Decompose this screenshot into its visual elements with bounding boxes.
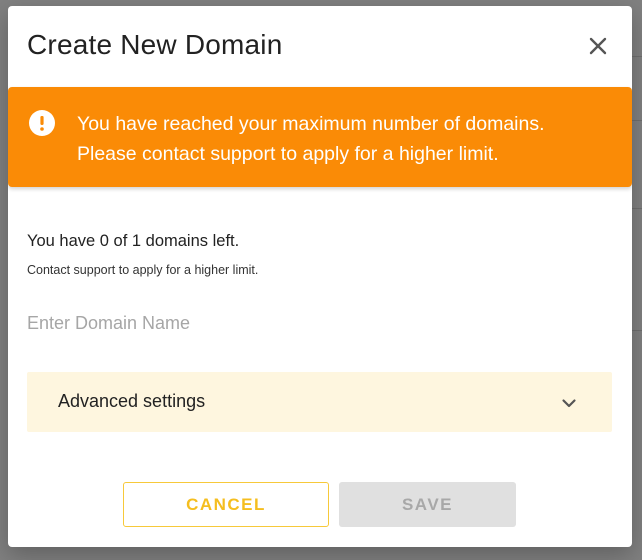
chevron-down-icon: [562, 399, 576, 408]
alert-line-2: Please contact support to apply for a hi…: [77, 143, 499, 165]
save-button[interactable]: SAVE: [339, 482, 516, 527]
domain-name-input[interactable]: [27, 308, 607, 338]
domain-quota-subtext: Contact support to apply for a higher li…: [27, 263, 259, 277]
alert-message: You have reached your maximum number of …: [77, 109, 607, 169]
close-button[interactable]: [584, 32, 612, 60]
close-icon: [589, 37, 607, 55]
dialog-header: Create New Domain: [8, 6, 632, 86]
cancel-button[interactable]: CANCEL: [123, 482, 329, 527]
advanced-settings-label: Advanced settings: [58, 391, 206, 411]
exclamation-circle-icon: [29, 110, 55, 136]
advanced-settings-toggle[interactable]: Advanced settings: [27, 372, 612, 432]
limit-alert-banner: You have reached your maximum number of …: [8, 87, 632, 187]
dialog-title: Create New Domain: [27, 29, 283, 60]
create-domain-dialog: Create New Domain You have reached your …: [8, 6, 632, 547]
alert-line-1: You have reached your maximum number of …: [77, 113, 545, 135]
domain-quota-text: You have 0 of 1 domains left.: [27, 232, 240, 250]
